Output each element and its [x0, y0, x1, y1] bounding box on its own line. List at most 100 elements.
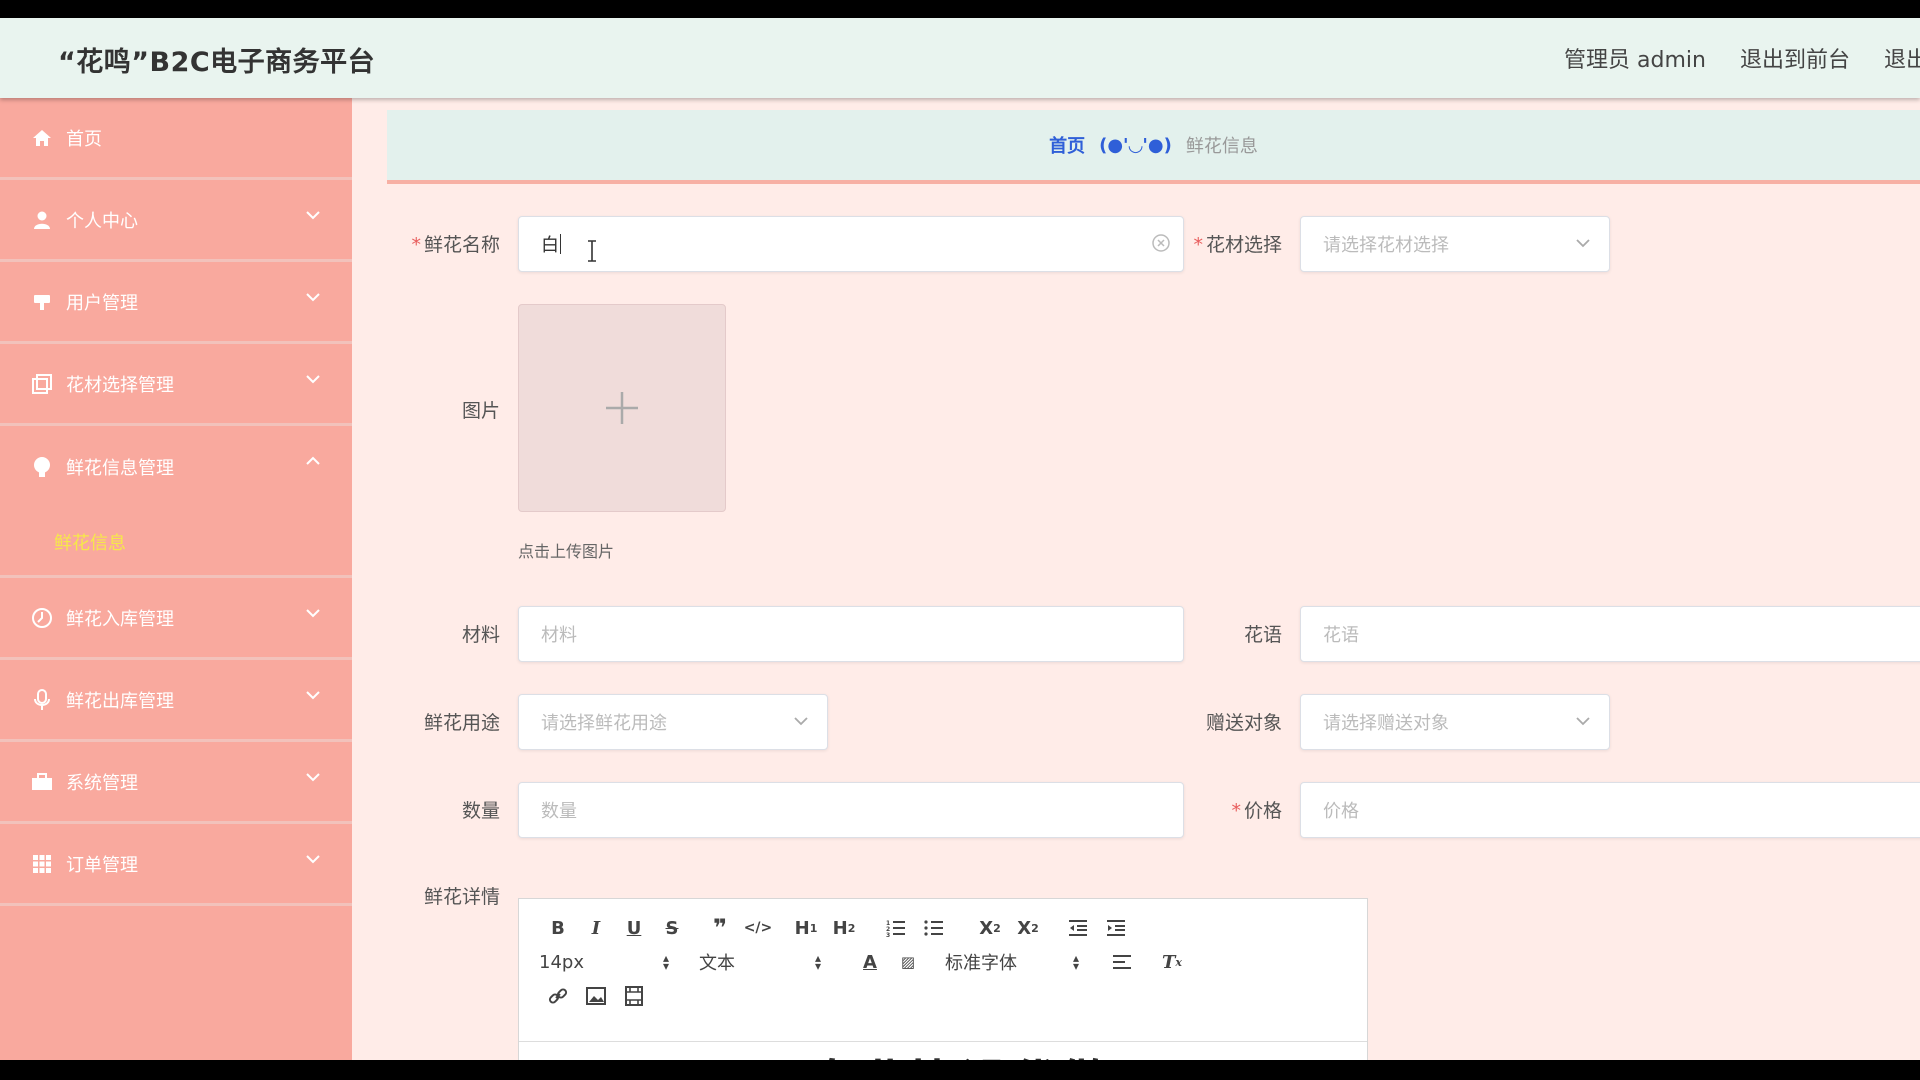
bulb-icon — [30, 455, 54, 479]
font-family-select[interactable]: 标准字体 ▴ ▾ — [945, 949, 1079, 975]
font-color-icon[interactable]: A — [851, 947, 889, 977]
sidebar-item-material-management[interactable]: 花材选择管理 — [0, 344, 352, 426]
quantity-input[interactable]: 数量 — [518, 782, 1184, 838]
updown-icon: ▴ ▾ — [814, 951, 821, 973]
sidebar-item-stock-out[interactable]: 鲜花出库管理 — [0, 660, 352, 742]
rich-text-editor[interactable]: B I U S ❞ </> H1 H2 123 X2 X2 14px ▴ ▾ 文… — [518, 898, 1368, 1060]
sidebar-subitem-flower-info[interactable]: 鲜花信息 — [0, 508, 352, 578]
block-format-select[interactable]: 文本 ▴ ▾ — [699, 949, 821, 975]
editor-content[interactable]: 专业毕设代做 — [519, 1041, 1367, 1060]
chevron-down-icon — [306, 609, 320, 618]
material-select-label: * 花材选择 — [1193, 234, 1282, 256]
mic-icon — [30, 688, 54, 712]
sidebar-item-system-management[interactable]: 系统管理 — [0, 742, 352, 824]
flower-name-label: * 鲜花名称 — [411, 234, 500, 256]
flower-name-value: 白 — [541, 235, 559, 256]
sidebar: 首页 个人中心 用户管理 花材选择管理 鲜花信息管理 鲜花信息 鲜花入库管理 鲜… — [0, 98, 352, 1060]
video-icon[interactable] — [615, 981, 653, 1011]
sidebar-item-label: 花材选择管理 — [66, 374, 174, 396]
top-header: “花鸣”B2C电子商务平台 管理员 admin 退出到前台 退出登录 — [0, 18, 1920, 98]
image-icon[interactable] — [577, 981, 615, 1011]
editor-toolbar-row: B I U S ❞ </> H1 H2 123 X2 X2 — [539, 913, 1135, 943]
price-label: * 价格 — [1231, 800, 1282, 822]
price-input[interactable]: 价格 — [1300, 782, 1920, 838]
sidebar-item-flower-info-management[interactable]: 鲜花信息管理 — [0, 426, 352, 508]
italic-button[interactable]: I — [577, 913, 615, 943]
strike-button[interactable]: S — [653, 913, 691, 943]
detail-label: 鲜花详情 — [423, 886, 500, 908]
h1-button[interactable]: H1 — [787, 913, 825, 943]
logout-link[interactable]: 退出登录 — [1884, 42, 1920, 74]
chevron-down-icon — [1576, 239, 1590, 248]
chevron-down-icon — [794, 717, 808, 726]
sidebar-item-label: 鲜花信息管理 — [66, 458, 174, 479]
sidebar-item-label: 用户管理 — [66, 292, 138, 314]
sidebar-item-user-management[interactable]: 用户管理 — [0, 262, 352, 344]
copy-icon — [30, 372, 54, 396]
flower-language-label: 花语 — [1243, 624, 1282, 646]
chevron-down-icon — [306, 375, 320, 384]
image-upload-button[interactable] — [518, 304, 726, 512]
breadcrumb: 首页 (●'◡'●) 鲜花信息 — [387, 110, 1920, 184]
home-icon — [30, 126, 54, 150]
indent-icon[interactable] — [1097, 913, 1135, 943]
svg-text:3: 3 — [886, 932, 890, 937]
underline-button[interactable]: U — [615, 913, 653, 943]
editor-text: 专业毕设代做 — [809, 1044, 1109, 1060]
quote-icon[interactable]: ❞ — [701, 913, 739, 943]
subscript-button[interactable]: X2 — [971, 913, 1009, 943]
outdent-icon[interactable] — [1059, 913, 1097, 943]
image-label: 图片 — [461, 400, 500, 422]
back-to-front-link[interactable]: 退出到前台 — [1740, 42, 1850, 74]
updown-icon: ▴ ▾ — [1072, 951, 1079, 973]
align-icon[interactable] — [1103, 947, 1141, 977]
material-input[interactable]: 材料 — [518, 606, 1184, 662]
chevron-down-icon — [306, 211, 320, 220]
person-icon — [30, 208, 54, 232]
superscript-button[interactable]: X2 — [1009, 913, 1047, 943]
sidebar-item-personal-center[interactable]: 个人中心 — [0, 180, 352, 262]
code-icon[interactable]: </> — [739, 913, 777, 943]
material-label: 材料 — [461, 624, 500, 646]
ordered-list-icon[interactable]: 123 — [877, 913, 915, 943]
bullet-list-icon[interactable] — [915, 913, 953, 943]
breadcrumb-home-link[interactable]: 首页 — [1049, 132, 1085, 158]
chevron-down-icon — [306, 855, 320, 864]
clock-icon — [30, 606, 54, 630]
clear-format-icon[interactable]: Tx — [1153, 947, 1191, 977]
recipient-select[interactable]: 请选择赠送对象 — [1300, 694, 1610, 750]
link-icon[interactable] — [539, 981, 577, 1011]
chevron-up-icon — [306, 456, 320, 465]
app-title: “花鸣”B2C电子商务平台 — [58, 47, 376, 78]
flower-name-input[interactable]: 白 — [518, 216, 1184, 272]
app-screen: “花鸣”B2C电子商务平台 管理员 admin 退出到前台 退出登录 首页 个人… — [0, 18, 1920, 1060]
bold-button[interactable]: B — [539, 913, 577, 943]
sidebar-item-label: 鲜花出库管理 — [66, 690, 174, 712]
plus-icon — [606, 392, 638, 424]
sidebar-item-stock-in[interactable]: 鲜花入库管理 — [0, 578, 352, 660]
flower-language-input[interactable]: 花语 — [1300, 606, 1920, 662]
grid-icon — [30, 852, 54, 876]
background-color-icon[interactable]: ▨ — [889, 947, 927, 977]
breadcrumb-separator: (●'◡'●) — [1099, 134, 1172, 156]
chevron-down-icon — [306, 293, 320, 302]
sidebar-item-label: 鲜花入库管理 — [66, 608, 174, 630]
material-select[interactable]: 请选择花材选择 — [1300, 216, 1610, 272]
sidebar-item-label: 个人中心 — [66, 210, 138, 232]
user-manage-icon — [30, 290, 54, 314]
sidebar-item-order-management[interactable]: 订单管理 — [0, 824, 352, 906]
sidebar-item-label: 首页 — [66, 128, 102, 150]
sidebar-item-label: 系统管理 — [66, 772, 138, 794]
breadcrumb-current: 鲜花信息 — [1185, 136, 1258, 157]
header-actions: 管理员 admin 退出到前台 退出登录 — [1564, 42, 1920, 74]
editor-toolbar-row-3 — [539, 981, 653, 1011]
editor-toolbar-row-2: 14px ▴ ▾ 文本 ▴ ▾ A ▨ 标准字体 ▴ ▾ Tx — [539, 947, 1191, 977]
updown-icon: ▴ ▾ — [662, 951, 669, 973]
sidebar-item-home[interactable]: 首页 — [0, 98, 352, 180]
font-size-select[interactable]: 14px ▴ ▾ — [539, 952, 669, 973]
usage-select[interactable]: 请选择鲜花用途 — [518, 694, 828, 750]
chevron-down-icon — [306, 773, 320, 782]
recipient-label: 赠送对象 — [1205, 712, 1282, 734]
quantity-label: 数量 — [461, 800, 500, 822]
h2-button[interactable]: H2 — [825, 913, 863, 943]
